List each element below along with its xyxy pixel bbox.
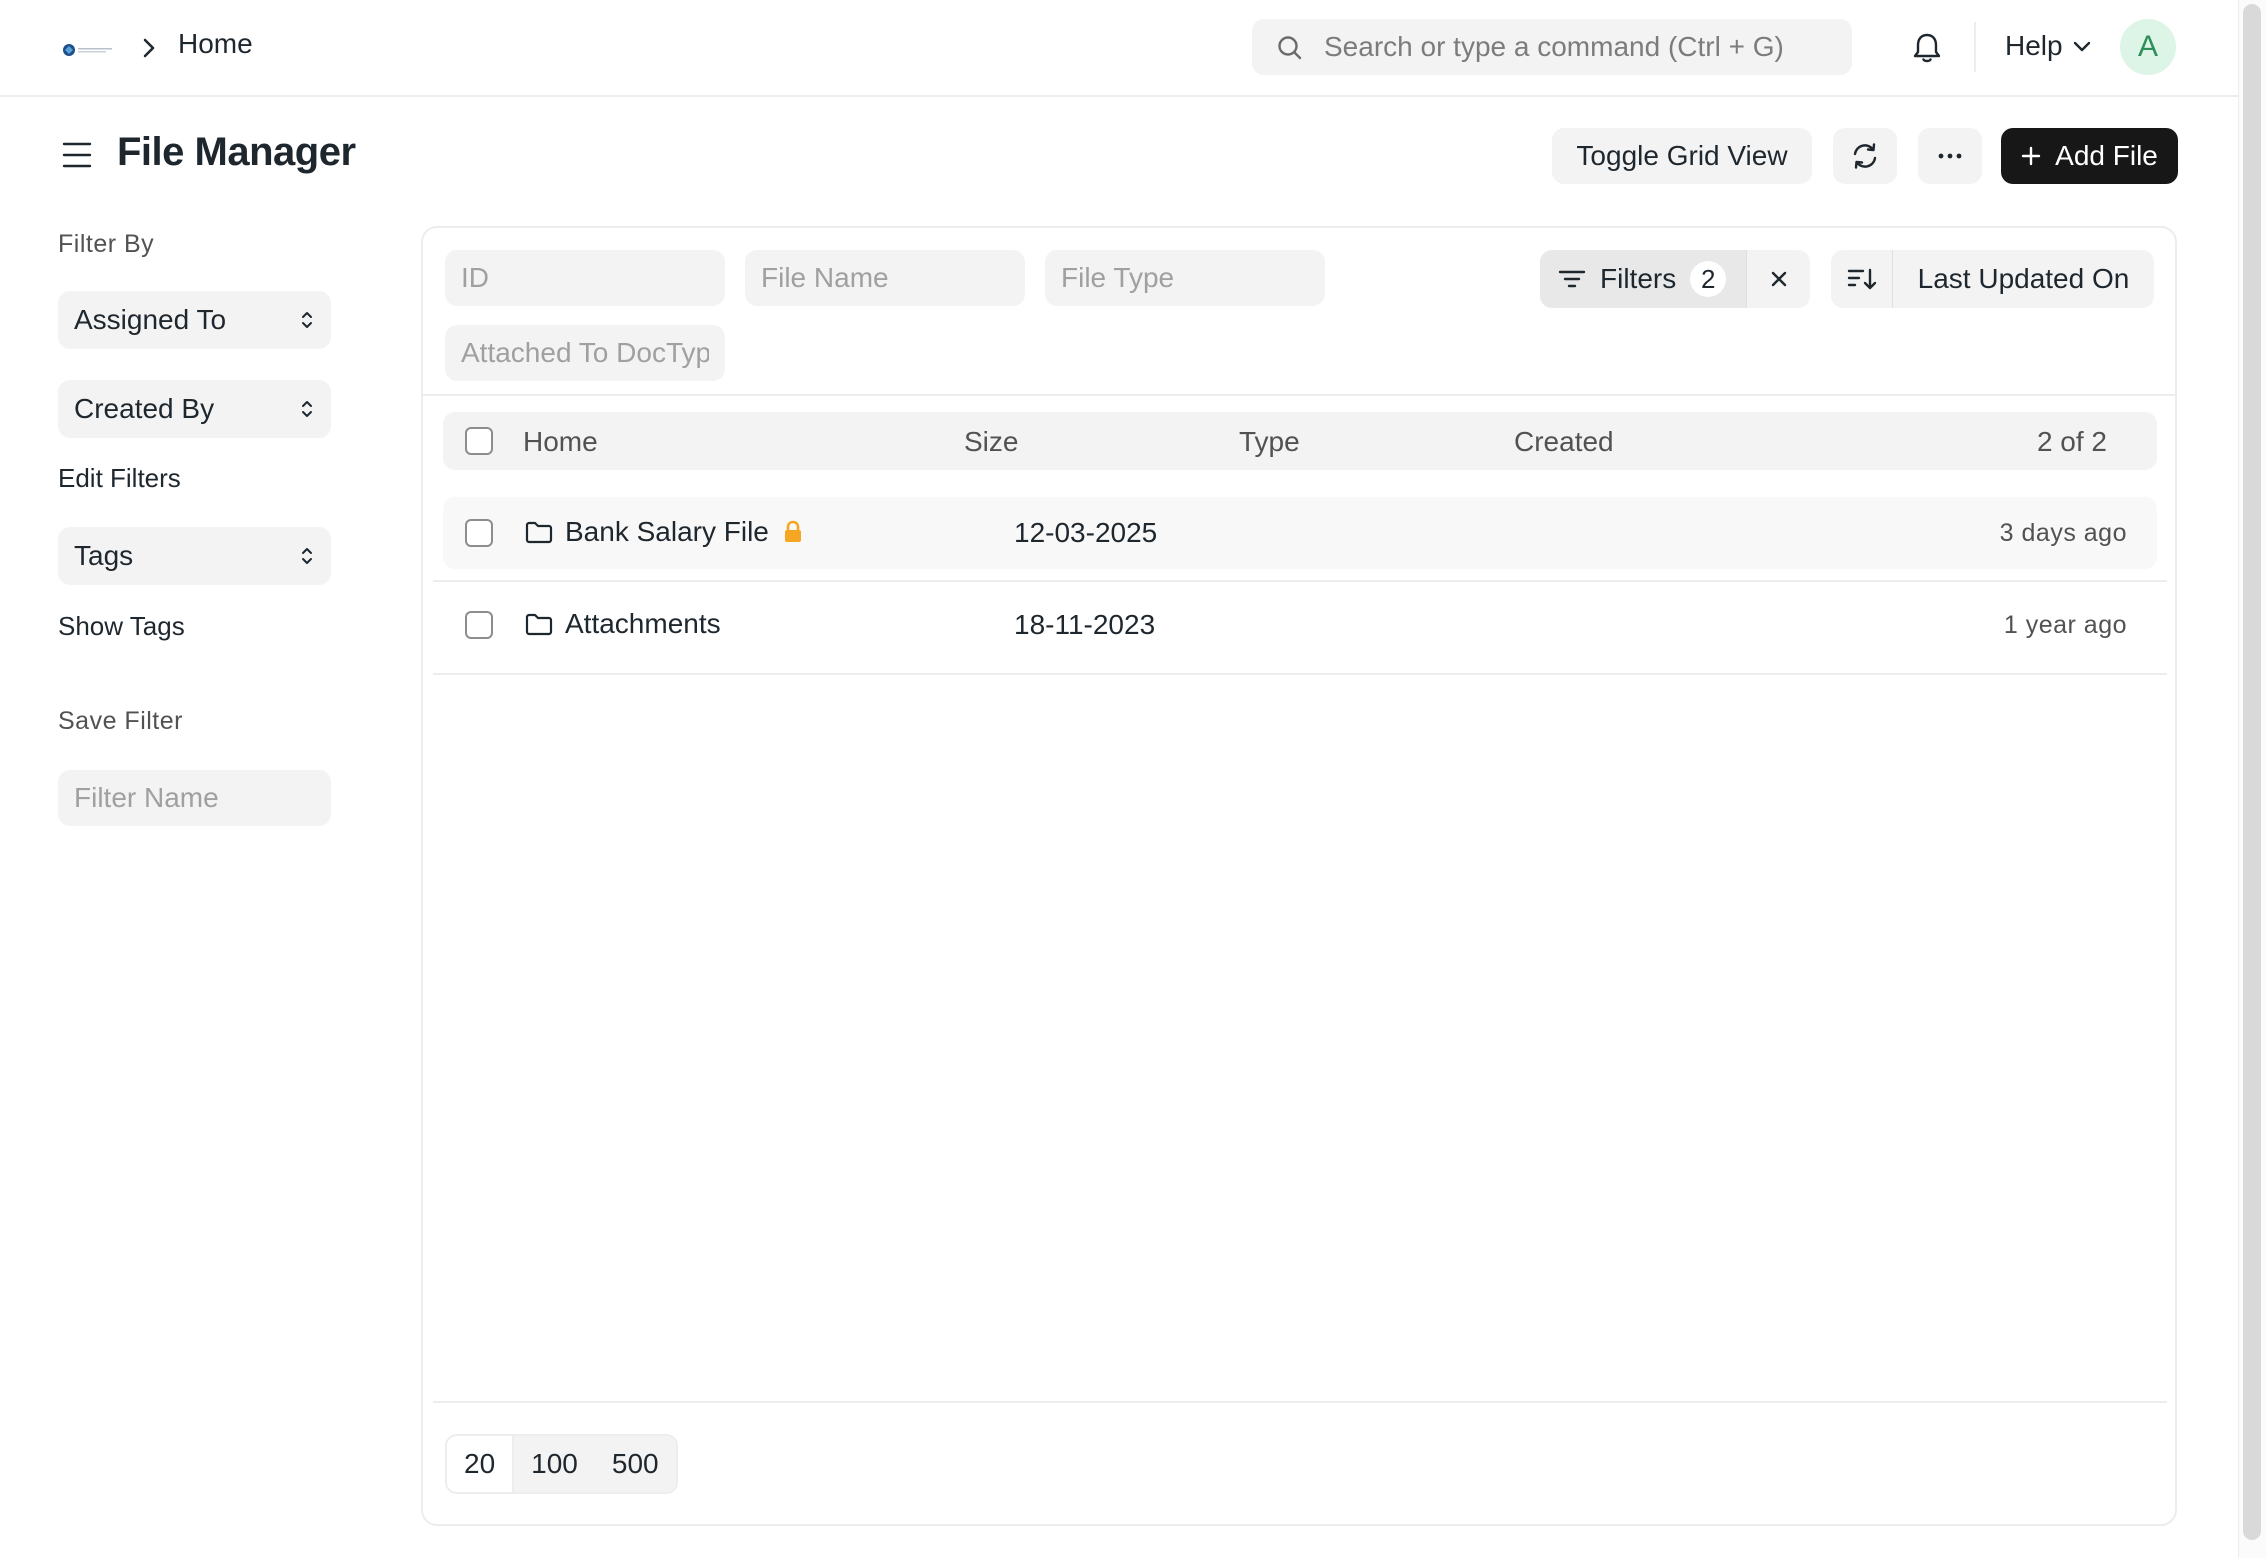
file-name-filter-input[interactable] [745, 250, 1025, 306]
chevron-down-icon [2073, 40, 2091, 52]
top-navbar [0, 0, 2238, 97]
refresh-button[interactable] [1833, 128, 1897, 184]
id-filter-input[interactable] [445, 250, 725, 306]
attached-to-doctype-filter-input[interactable] [445, 325, 725, 381]
plus-icon [2021, 146, 2041, 166]
table-header-row: Home Size Type Created 2 of 2 [443, 412, 2157, 470]
column-header-size: Size [964, 426, 1019, 457]
save-filter-label: Save Filter [58, 707, 183, 735]
filter-icon [1558, 268, 1586, 290]
footer-divider [433, 1401, 2167, 1403]
page-length-selector: 20 100 500 [445, 1434, 678, 1494]
scrollbar-thumb[interactable] [2243, 4, 2261, 1540]
lock-icon [781, 519, 805, 545]
assigned-to-select[interactable]: Assigned To [58, 291, 331, 349]
notifications-bell-icon[interactable] [1911, 31, 1943, 65]
sort-descending-icon [1847, 266, 1877, 292]
created-by-select[interactable]: Created By [58, 380, 331, 438]
modified-time: 3 days ago [1999, 519, 2127, 547]
file-name-cell[interactable]: Bank Salary File [525, 516, 805, 548]
search-bar[interactable] [1252, 19, 1852, 75]
filter-by-label: Filter By [58, 230, 155, 258]
filter-area-divider [423, 394, 2175, 396]
file-name-cell[interactable]: Attachments [525, 608, 721, 640]
ellipsis-icon [1937, 152, 1963, 160]
filters-label: Filters [1600, 263, 1677, 294]
more-options-button[interactable] [1918, 128, 1982, 184]
table-row[interactable]: Attachments 18-11-2023 1 year ago [443, 589, 2157, 661]
close-icon [1769, 269, 1789, 289]
table-row[interactable]: Bank Salary File 12-03-2025 3 days ago [443, 497, 2157, 569]
file-name[interactable]: Attachments [565, 608, 721, 640]
breadcrumb-home[interactable]: Home [178, 28, 253, 60]
refresh-icon [1850, 141, 1880, 171]
file-type-filter-input[interactable] [1045, 250, 1325, 306]
created-by-label: Created By [74, 393, 215, 424]
page-length-20-button[interactable]: 20 [447, 1436, 515, 1492]
folder-icon [525, 612, 553, 636]
page-title: File Manager [117, 130, 356, 174]
row-count-label: 2 of 2 [2036, 426, 2107, 457]
add-file-button[interactable]: Add File [2001, 128, 2178, 184]
sort-by-select[interactable]: Last Updated On [1893, 250, 2154, 308]
row-checkbox[interactable] [465, 519, 493, 547]
sort-direction-button[interactable] [1831, 250, 1893, 308]
row-divider [433, 580, 2167, 582]
page-length-500-button[interactable]: 500 [594, 1436, 676, 1492]
filter-name-input[interactable] [58, 770, 331, 826]
assigned-to-label: Assigned To [74, 304, 227, 335]
app-logo[interactable] [62, 43, 114, 57]
folder-icon [525, 520, 553, 544]
tags-label: Tags [74, 540, 134, 571]
filters-count-badge: 2 [1690, 261, 1727, 297]
file-name[interactable]: Bank Salary File [565, 516, 769, 548]
column-header-type: Type [1239, 426, 1300, 457]
select-all-checkbox[interactable] [465, 427, 493, 455]
user-avatar[interactable]: A [2120, 19, 2176, 75]
created-date: 12-03-2025 [1014, 517, 1158, 548]
page-length-100-button[interactable]: 100 [514, 1436, 595, 1492]
select-arrows-icon [301, 545, 313, 567]
modified-time: 1 year ago [2003, 611, 2127, 639]
search-icon [1276, 34, 1304, 62]
column-header-created: Created [1514, 426, 1614, 457]
select-arrows-icon [301, 398, 313, 420]
edit-filters-link[interactable]: Edit Filters [58, 463, 181, 494]
help-label: Help [2005, 30, 2063, 61]
filters-button[interactable]: Filters 2 [1540, 250, 1746, 308]
help-dropdown[interactable]: Help [2005, 30, 2091, 62]
row-divider [433, 673, 2167, 675]
search-input[interactable] [1324, 19, 1834, 75]
column-header-name[interactable]: Home [523, 426, 598, 458]
show-tags-link[interactable]: Show Tags [58, 611, 185, 642]
breadcrumb-chevron-icon [141, 37, 157, 59]
tags-select[interactable]: Tags [58, 527, 331, 585]
toggle-grid-view-button[interactable]: Toggle Grid View [1552, 128, 1812, 184]
clear-filters-button[interactable] [1746, 250, 1810, 308]
sidebar-toggle-menu-icon[interactable] [60, 138, 94, 172]
add-file-label: Add File [2055, 140, 2158, 171]
select-arrows-icon [301, 309, 313, 331]
created-date: 18-11-2023 [1014, 609, 1156, 640]
row-checkbox[interactable] [465, 611, 493, 639]
navbar-divider [1974, 22, 1976, 72]
